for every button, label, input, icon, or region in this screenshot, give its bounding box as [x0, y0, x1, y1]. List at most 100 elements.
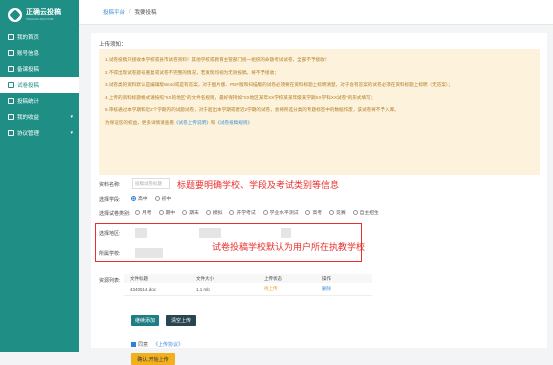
- radio-dot-icon: [154, 196, 160, 201]
- radio-dot-icon: [131, 196, 136, 201]
- sidebar-item-label: 备课投稿: [17, 67, 40, 73]
- notice-line: 5.审核通过本学期和近2个学期内的试题试卷，对于超出本学期或者近2学期的试卷，会…: [105, 107, 399, 113]
- exam-type-label: 学业水平测试: [269, 211, 299, 216]
- file-table: 文件标题 文件大小 上传状态 操作 4340514.doc 1.1 mb 待上传…: [124, 274, 372, 296]
- column-header: 文件标题: [130, 275, 148, 281]
- exam-type-label: 选择试卷类别:: [99, 211, 131, 217]
- breadcrumb-separator: /: [129, 9, 131, 15]
- exam-type-label: 模拟: [212, 211, 223, 216]
- exam-type-radio[interactable]: 高考: [305, 209, 322, 216]
- notice-title: 上传须知：: [99, 42, 127, 48]
- radio-dot-icon: [135, 210, 140, 215]
- sidebar: 正确云投稿 TOUGAO.ZQY.COM 我的首页账号信息备课投稿试卷投稿投稿统…: [0, 0, 79, 352]
- agree-row: 同意 《上传协议》: [131, 341, 183, 348]
- sidebar-item-label: 投稿统计: [17, 99, 40, 105]
- region-label: 选择地区:: [99, 231, 121, 237]
- exam-type-radio[interactable]: 月考: [135, 209, 152, 216]
- region-select-province[interactable]: [135, 228, 147, 238]
- breadcrumb: 投稿平台 / 我要投稿: [79, 0, 553, 25]
- stage-radio[interactable]: 初中: [154, 195, 171, 202]
- column-header: 文件大小: [196, 275, 214, 281]
- sidebar-item-label: 账号信息: [17, 51, 40, 57]
- sidebar-item[interactable]: 备课投稿: [0, 61, 79, 77]
- file-table-header: 文件标题 文件大小 上传状态 操作: [124, 274, 372, 283]
- exam-type-label: 期中: [165, 211, 176, 216]
- brand-tagline: TOUGAO.ZQY.COM: [26, 16, 54, 21]
- sidebar-item[interactable]: 试卷投稿: [0, 77, 79, 93]
- region-select-city[interactable]: [199, 228, 221, 238]
- stage-label: 高中: [138, 197, 148, 202]
- wallet-icon: [8, 114, 14, 120]
- stage-radio[interactable]: 高中: [131, 195, 148, 202]
- upload-icon: [8, 66, 14, 72]
- sidebar-item-label: 我的首页: [17, 35, 40, 41]
- sidebar-item-label: 协议管理: [17, 131, 40, 137]
- column-header: 操作: [322, 275, 331, 281]
- school-label: 所属学校:: [99, 251, 121, 257]
- breadcrumb-home-link[interactable]: 投稿平台: [103, 8, 125, 16]
- exam-type-radio[interactable]: 模拟: [205, 209, 223, 216]
- radio-dot-icon: [182, 210, 188, 215]
- title-annotation: 标题要明确学校、学段及考试类别等信息: [177, 180, 340, 190]
- stage-radio-group: 高中 初中: [131, 195, 178, 202]
- school-annotation: 试卷投稿学校默认为用户所在执教学校: [212, 242, 366, 252]
- sidebar-item[interactable]: 我的收益 ▾: [0, 109, 79, 125]
- school-field: [135, 248, 163, 258]
- exam-type-radio[interactable]: 学业水平测试: [262, 209, 299, 216]
- exam-type-radio[interactable]: 期中: [158, 209, 176, 216]
- radio-dot-icon: [229, 210, 235, 215]
- exam-type-label: 开学考试: [236, 211, 256, 216]
- notice-footer: 为保证您的权益，更多详情请查看《试卷上传说明》和《试卷投稿规则》: [105, 119, 253, 125]
- upload-guide-link[interactable]: 《试卷上传说明》: [174, 120, 211, 125]
- chart-icon: [8, 98, 14, 104]
- upload-card: 上传须知： 1.试卷投稿只接收本学校或县市试卷资料！其他学校或教育主管部门统一组…: [91, 33, 547, 365]
- logo-icon: [8, 7, 22, 22]
- file-size: 1.1 mb: [196, 286, 210, 292]
- sidebar-item-label: 试卷投稿: [17, 83, 40, 89]
- chevron-down-icon: ▾: [70, 130, 73, 136]
- exam-type-label: 期末: [189, 211, 199, 216]
- sidebar-item[interactable]: 我的首页: [0, 29, 79, 45]
- column-header: 上传状态: [264, 275, 282, 281]
- notice-line: 3.试卷类的资料默认是编辑版Word或是有答案，对于图片版、PDF版和扫描版的试…: [105, 82, 453, 88]
- upload-status: 待上传: [264, 286, 278, 291]
- notice-line: 4.上传的资料标题格式请按照“XX的地区”的文件名规则，最好保持如“XX地区某年…: [105, 94, 376, 100]
- radio-dot-icon: [262, 210, 268, 215]
- exam-type-radio-group: 月考 期中 期末 模拟 开学考试 学业水平测试 高考 竞赛 自主招生: [135, 209, 386, 216]
- gear-icon: [8, 130, 14, 136]
- main-area: 投稿平台 / 我要投稿 上传须知： 1.试卷投稿只接收本学校或县市试卷资料！其他…: [79, 0, 553, 365]
- notice-box: 1.试卷投稿只接收本学校或县市试卷资料！其他学校或教育主管部门统一组织的命题考试…: [99, 49, 540, 175]
- radio-dot-icon: [305, 210, 311, 215]
- exam-type-label: 月考: [142, 211, 152, 216]
- agree-checkbox[interactable]: [131, 342, 136, 347]
- exam-type-radio[interactable]: 期末: [182, 209, 199, 216]
- sidebar-item[interactable]: 投稿统计: [0, 93, 79, 109]
- radio-dot-icon: [329, 210, 335, 215]
- exam-type-radio[interactable]: 开学考试: [229, 209, 256, 216]
- exam-type-label: 自主招生: [359, 211, 379, 216]
- exam-type-label: 高考: [312, 211, 323, 216]
- continue-add-button[interactable]: 继续添加: [131, 315, 159, 326]
- exam-type-radio[interactable]: 竞赛: [329, 209, 346, 216]
- breadcrumb-current: 我要投稿: [134, 10, 157, 16]
- home-icon: [8, 34, 14, 40]
- sidebar-item[interactable]: 协议管理 ▾: [0, 125, 79, 141]
- sidebar-item-label: 我的收益: [17, 115, 40, 121]
- clear-upload-button[interactable]: 清空上传: [166, 315, 196, 326]
- upload-agreement-link[interactable]: 《上传协议》: [153, 341, 183, 348]
- region-select-district[interactable]: [281, 228, 291, 238]
- radio-dot-icon: [158, 210, 164, 215]
- start-upload-button[interactable]: 确认,开始上传: [131, 353, 175, 365]
- files-label: 资源列表:: [99, 278, 121, 284]
- delete-file-link[interactable]: 删除: [322, 286, 372, 292]
- sidebar-item[interactable]: 账号信息: [0, 45, 79, 61]
- brand-logo[interactable]: 正确云投稿 TOUGAO.ZQY.COM: [0, 0, 79, 29]
- radio-dot-icon: [205, 210, 211, 215]
- upload-rules-link[interactable]: 《试卷投稿规则》: [215, 120, 252, 125]
- notice-line: 1.试卷投稿只接收本学校或县市试卷资料！其他学校或教育主管部门统一组织的命题考试…: [105, 57, 330, 62]
- chevron-down-icon: ▾: [70, 114, 73, 120]
- exam-type-radio[interactable]: 自主招生: [352, 209, 379, 216]
- title-label: 资料名称:: [99, 182, 121, 188]
- title-input[interactable]: 投稿试卷标题: [132, 178, 170, 189]
- agree-label: 同意: [138, 342, 149, 348]
